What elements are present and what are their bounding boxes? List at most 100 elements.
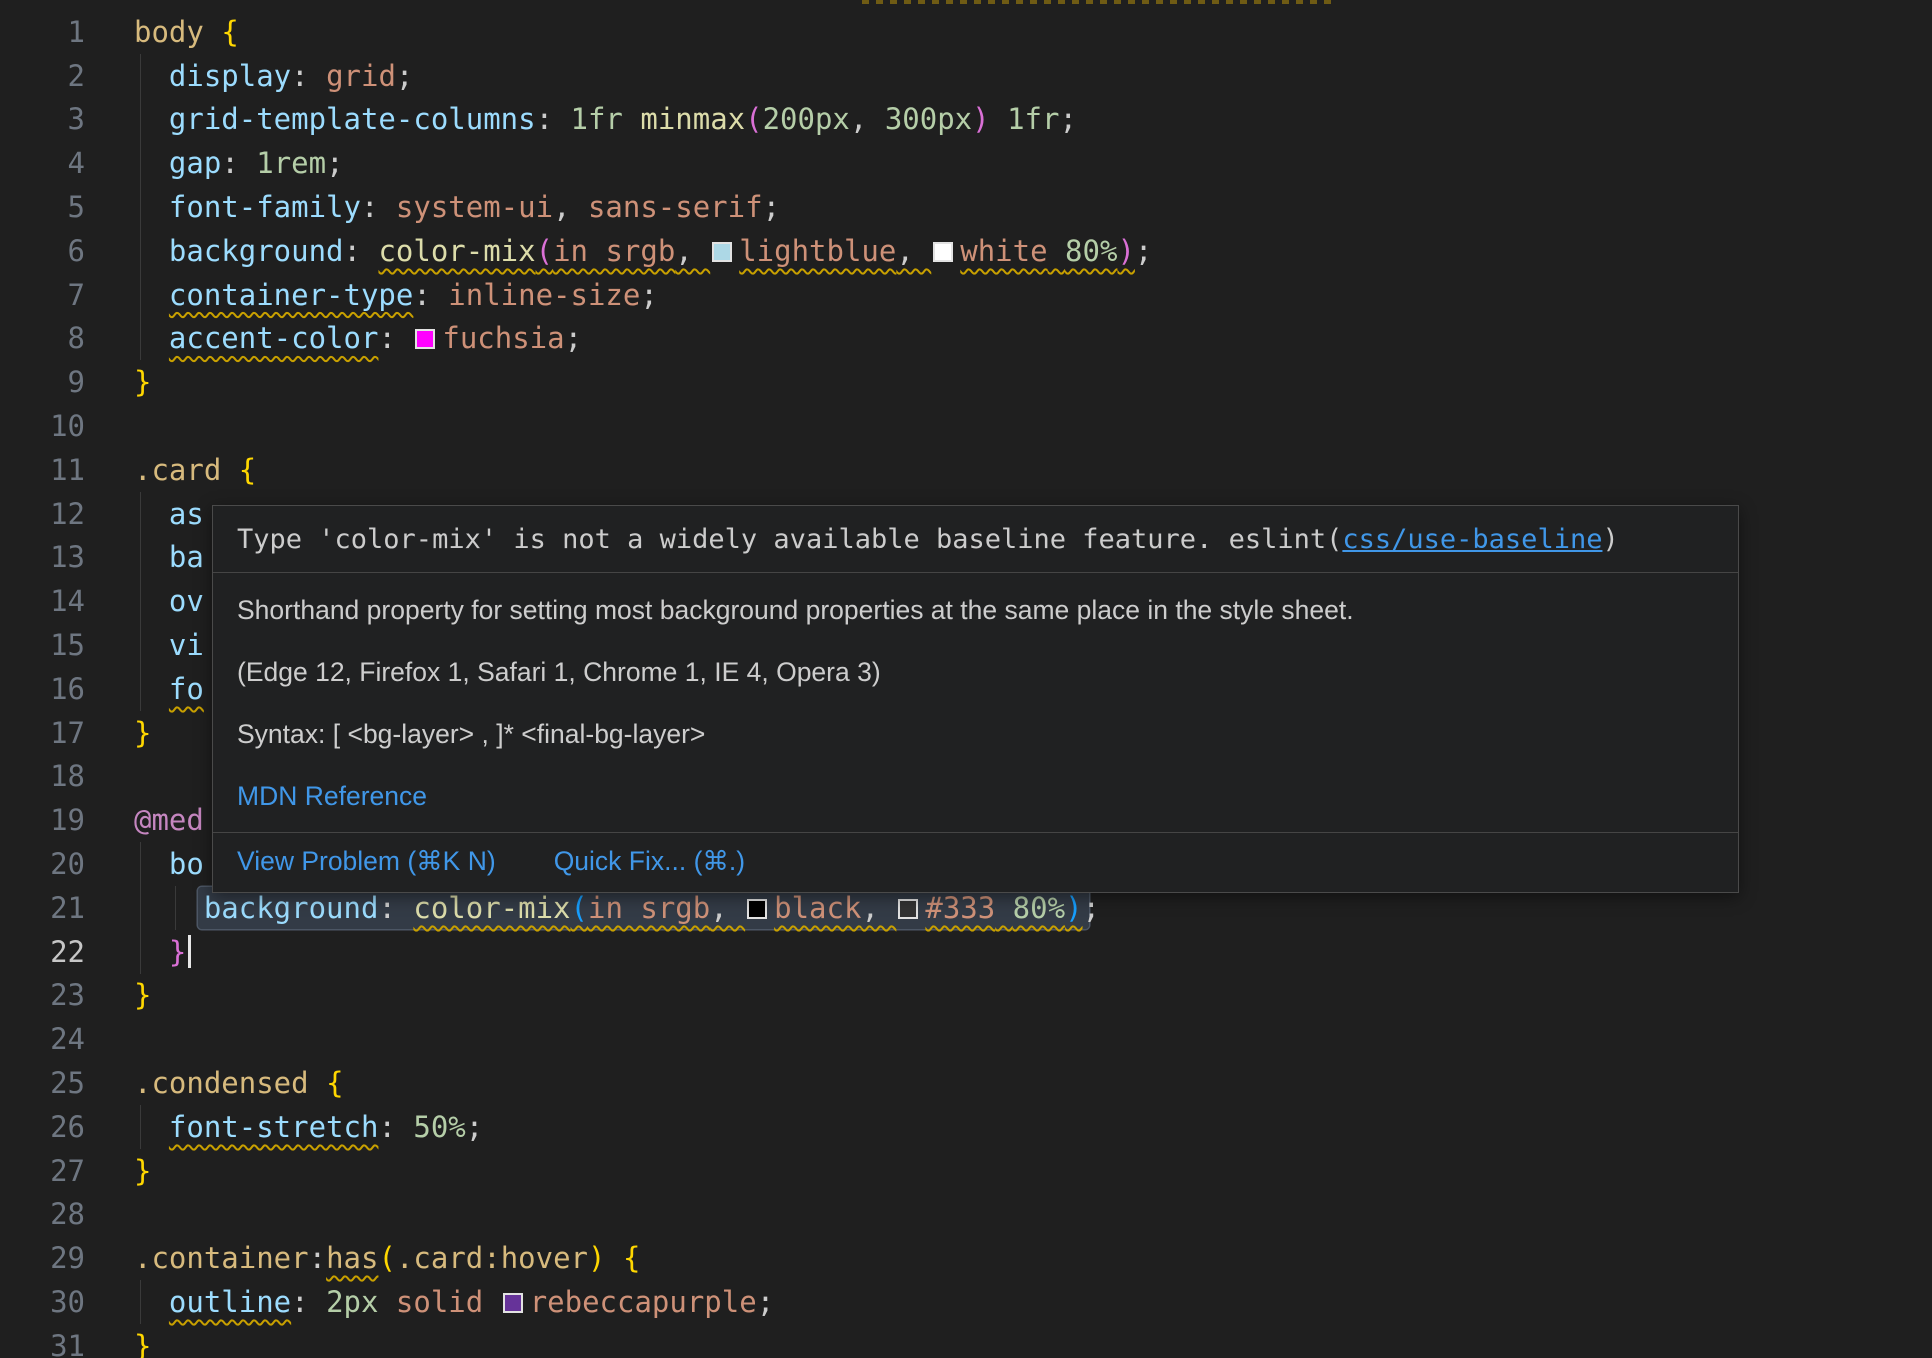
- code-line[interactable]: 6 background: color-mix(in srgb, lightbl…: [0, 229, 1932, 273]
- line-number: 24: [0, 1022, 85, 1056]
- token: 50%: [413, 1110, 465, 1144]
- token: [134, 278, 169, 312]
- code-editor[interactable]: 1body {2 display: grid;3 grid-template-c…: [0, 0, 1932, 1358]
- code-text: .condensed {: [134, 1066, 344, 1100]
- line-number: 20: [0, 847, 85, 881]
- line-number: 25: [0, 1066, 85, 1100]
- color-swatch[interactable]: [747, 899, 767, 919]
- view-problem-link[interactable]: View Problem (⌘K N): [237, 846, 496, 877]
- token: :: [378, 321, 413, 355]
- token: body: [134, 15, 204, 49]
- line-number: 7: [0, 278, 85, 312]
- code-text: display: grid;: [134, 59, 413, 93]
- token: display: [169, 59, 291, 93]
- token: [378, 1285, 395, 1319]
- line-number: 1: [0, 15, 85, 49]
- diagnostic-text: Type 'color-mix' is not a widely availab…: [237, 524, 1229, 555]
- line-number: 13: [0, 540, 85, 574]
- mdn-reference-link[interactable]: MDN Reference: [237, 781, 1714, 812]
- token: in srgb: [553, 234, 675, 268]
- code-line[interactable]: 11.card {: [0, 448, 1932, 492]
- token: [134, 935, 169, 969]
- code-text: .container:has(.card:hover) {: [134, 1241, 640, 1275]
- code-text: accent-color: fuchsia;: [134, 321, 582, 355]
- docs-browser-support: (Edge 12, Firefox 1, Safari 1, Chrome 1,…: [237, 657, 1714, 688]
- token: ;: [1059, 102, 1076, 136]
- code-text: }: [134, 935, 191, 969]
- token: [134, 234, 169, 268]
- token: background: [204, 891, 379, 925]
- token: minmax: [640, 102, 745, 136]
- color-swatch[interactable]: [503, 1293, 523, 1313]
- code-line[interactable]: 10: [0, 404, 1932, 448]
- color-swatch[interactable]: [898, 899, 918, 919]
- line-number: 19: [0, 803, 85, 837]
- token: .card: [134, 453, 221, 487]
- quick-fix-link[interactable]: Quick Fix... (⌘.): [554, 846, 745, 877]
- code-text: background: color-mix(in srgb, black, #3…: [134, 891, 1100, 925]
- token: 200px: [763, 102, 850, 136]
- code-line[interactable]: 23}: [0, 974, 1932, 1018]
- color-swatch[interactable]: [712, 242, 732, 262]
- code-line[interactable]: 5 font-family: system-ui, sans-serif;: [0, 185, 1932, 229]
- color-swatch[interactable]: [415, 329, 435, 349]
- line-number: 17: [0, 716, 85, 750]
- code-line[interactable]: 9}: [0, 360, 1932, 404]
- line-number: 16: [0, 672, 85, 706]
- code-line[interactable]: 24: [0, 1017, 1932, 1061]
- token: background: [169, 234, 344, 268]
- token: ,: [710, 891, 745, 925]
- token: container-type: [169, 278, 413, 312]
- code-line[interactable]: 7 container-type: inline-size;: [0, 273, 1932, 317]
- token: [309, 1066, 326, 1100]
- color-swatch[interactable]: [933, 242, 953, 262]
- token: font-stretch: [169, 1110, 379, 1144]
- code-text: ba: [134, 540, 204, 574]
- diagnostic-source-prefix: eslint(: [1229, 524, 1343, 555]
- code-line[interactable]: 30 outline: 2px solid rebeccapurple;: [0, 1280, 1932, 1324]
- code-text: grid-template-columns: 1fr minmax(200px,…: [134, 102, 1077, 136]
- line-number: 22: [0, 935, 85, 969]
- token: }: [134, 1154, 151, 1188]
- token: [134, 321, 169, 355]
- code-line[interactable]: 22 }: [0, 930, 1932, 974]
- token: 80%: [1065, 234, 1117, 268]
- token: ): [588, 1241, 605, 1275]
- token: black: [774, 891, 861, 925]
- line-number: 5: [0, 190, 85, 224]
- line-number: 10: [0, 409, 85, 443]
- code-text: }: [134, 716, 151, 750]
- token: gap: [169, 146, 221, 180]
- code-line[interactable]: 26 font-stretch: 50%;: [0, 1105, 1932, 1149]
- token: :: [536, 102, 571, 136]
- code-line[interactable]: 25 .condensed {: [0, 1061, 1932, 1105]
- code-line[interactable]: 28: [0, 1193, 1932, 1237]
- diagnostic-rule-link[interactable]: css/use-baseline: [1342, 524, 1602, 555]
- code-line[interactable]: 2 display: grid;: [0, 54, 1932, 98]
- code-text: font-family: system-ui, sans-serif;: [134, 190, 780, 224]
- code-line[interactable]: 31}: [0, 1324, 1932, 1358]
- code-line[interactable]: 27}: [0, 1149, 1932, 1193]
- code-line[interactable]: 1 body {: [0, 10, 1932, 54]
- code-text: body {: [134, 15, 239, 49]
- token: }: [134, 1329, 151, 1358]
- code-line[interactable]: 29.container:has(.card:hover) {: [0, 1236, 1932, 1280]
- code-line[interactable]: 4 gap: 1rem;: [0, 141, 1932, 185]
- token: has: [326, 1241, 378, 1275]
- token: ;: [757, 1285, 774, 1319]
- token: :: [291, 59, 326, 93]
- code-text: font-stretch: 50%;: [134, 1110, 483, 1144]
- code-line[interactable]: 8 accent-color: fuchsia;: [0, 317, 1932, 361]
- code-text: bo: [134, 847, 204, 881]
- token: [990, 102, 1007, 136]
- hover-tooltip: Type 'color-mix' is not a widely availab…: [212, 505, 1739, 893]
- token: }: [134, 716, 151, 750]
- docs-syntax: Syntax: [ <bg-layer> , ]* <final-bg-laye…: [237, 719, 1714, 750]
- code-line[interactable]: 3 grid-template-columns: 1fr minmax(200p…: [0, 98, 1932, 142]
- code-text: vi: [134, 628, 204, 662]
- code-text: container-type: inline-size;: [134, 278, 658, 312]
- docs-description: Shorthand property for setting most back…: [237, 595, 1714, 626]
- token: .card: [396, 1241, 483, 1275]
- token: {: [326, 1066, 343, 1100]
- token: [134, 146, 169, 180]
